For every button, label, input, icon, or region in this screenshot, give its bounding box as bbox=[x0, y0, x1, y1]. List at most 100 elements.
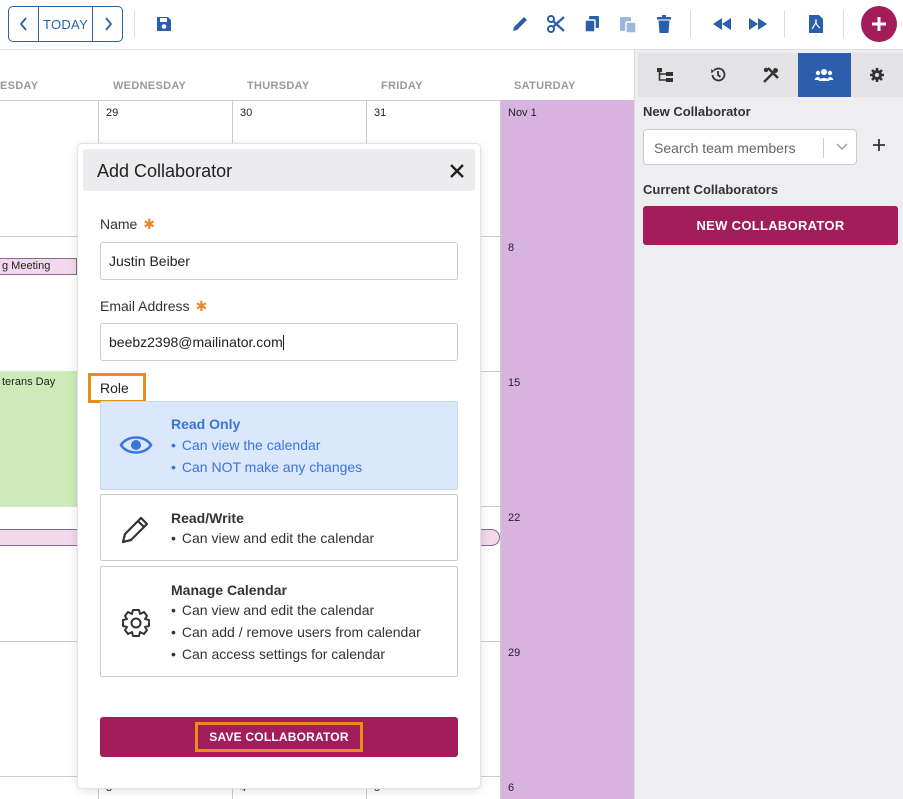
new-collaborator-heading: New Collaborator bbox=[643, 104, 751, 119]
add-collaborator-modal: Add Collaborator Name ✱ Justin Beiber Ema… bbox=[78, 144, 480, 788]
trash-icon bbox=[657, 15, 671, 33]
app-root: TODAY ESDAY WEDNESDAY THURSDAY FRIDAY SA… bbox=[0, 0, 903, 799]
saturday-column bbox=[500, 100, 634, 799]
fast-forward-icon bbox=[749, 18, 767, 30]
role-bullet: Can NOT make any changes bbox=[171, 458, 362, 480]
role-bullets: Can view the calendar Can NOT make any c… bbox=[171, 436, 362, 480]
role-bullet: Can access settings for calendar bbox=[171, 645, 421, 667]
date-number[interactable]: 8 bbox=[508, 242, 514, 254]
new-collaborator-button[interactable]: NEW COLLABORATOR bbox=[643, 206, 898, 245]
paste-icon bbox=[620, 17, 637, 34]
date-number[interactable]: 31 bbox=[374, 107, 386, 119]
chevron-left-icon bbox=[19, 17, 27, 31]
role-bullet: Can add / remove users from calendar bbox=[171, 623, 421, 645]
date-number[interactable]: 22 bbox=[508, 512, 520, 524]
delete-button[interactable] bbox=[653, 13, 675, 35]
modal-header: Add Collaborator bbox=[83, 149, 475, 191]
role-bullets: Can view and edit the calendar bbox=[171, 529, 374, 551]
save-collaborator-label: SAVE COLLABORATOR bbox=[195, 722, 363, 752]
tab-hierarchy[interactable] bbox=[638, 53, 692, 97]
toolbar-divider bbox=[134, 10, 135, 38]
add-member-plus-icon[interactable] bbox=[871, 137, 887, 153]
save-icon bbox=[157, 17, 171, 31]
date-nav-group: TODAY bbox=[8, 6, 123, 42]
paste-button[interactable] bbox=[617, 13, 639, 35]
date-number[interactable]: 6 bbox=[508, 782, 514, 794]
date-number[interactable]: 29 bbox=[106, 107, 118, 119]
event-veterans-day[interactable]: terans Day bbox=[0, 371, 78, 507]
gear-icon bbox=[870, 68, 885, 82]
rewind-icon bbox=[713, 18, 731, 30]
today-button[interactable]: TODAY bbox=[38, 7, 93, 41]
pdf-icon bbox=[809, 15, 823, 33]
plus-icon bbox=[872, 17, 886, 31]
toolbar-divider bbox=[843, 10, 844, 38]
tab-settings[interactable] bbox=[850, 53, 903, 97]
modal-title: Add Collaborator bbox=[97, 161, 233, 181]
hierarchy-icon bbox=[656, 68, 673, 82]
rewind-button[interactable] bbox=[711, 13, 733, 35]
current-collaborators-heading: Current Collaborators bbox=[643, 182, 779, 197]
date-number[interactable]: 30 bbox=[240, 107, 252, 119]
fast-forward-button[interactable] bbox=[747, 13, 769, 35]
save-button[interactable] bbox=[153, 13, 175, 35]
role-label: Role bbox=[88, 373, 146, 403]
tab-users[interactable] bbox=[797, 53, 851, 97]
role-bullets: Can view and edit the calendar Can add /… bbox=[171, 601, 421, 667]
email-value: beebz2398@mailinator.com bbox=[109, 334, 283, 350]
event-meeting[interactable]: g Meeting bbox=[0, 258, 77, 275]
panel-tabs bbox=[638, 53, 903, 97]
role-read-only-option[interactable]: Read Only Can view the calendar Can NOT … bbox=[100, 401, 458, 490]
pencil-icon bbox=[121, 516, 149, 544]
toolbar: TODAY bbox=[0, 0, 903, 50]
tools-icon bbox=[763, 67, 779, 83]
gear-icon bbox=[122, 609, 150, 637]
role-bullet: Can view the calendar bbox=[171, 436, 362, 458]
copy-icon bbox=[584, 16, 599, 33]
name-field[interactable]: Justin Beiber bbox=[100, 242, 458, 280]
tab-history[interactable] bbox=[691, 53, 745, 97]
collaborators-panel: New Collaborator Search team members Cur… bbox=[634, 50, 903, 799]
day-header-tuesday: ESDAY bbox=[0, 80, 39, 92]
required-mark: ✱ bbox=[143, 216, 156, 232]
users-icon bbox=[814, 69, 834, 81]
grid-line bbox=[500, 100, 501, 799]
pencil-icon bbox=[513, 17, 527, 31]
role-title: Manage Calendar bbox=[171, 582, 287, 598]
close-icon[interactable] bbox=[449, 163, 465, 179]
role-title: Read Only bbox=[171, 416, 241, 432]
day-header-wednesday: WEDNESDAY bbox=[113, 80, 187, 92]
date-number[interactable]: 15 bbox=[508, 377, 520, 389]
chevron-right-icon bbox=[104, 17, 112, 31]
cut-button[interactable] bbox=[545, 13, 567, 35]
copy-button[interactable] bbox=[581, 13, 603, 35]
eye-icon bbox=[119, 436, 153, 454]
name-label: Name ✱ bbox=[100, 216, 155, 233]
prev-button[interactable] bbox=[9, 7, 38, 41]
name-label-text: Name bbox=[100, 216, 138, 232]
toolbar-divider bbox=[690, 10, 691, 38]
tab-tools[interactable] bbox=[744, 53, 798, 97]
scissors-icon bbox=[547, 15, 565, 33]
export-pdf-button[interactable] bbox=[805, 13, 827, 35]
search-placeholder: Search team members bbox=[654, 140, 796, 156]
edit-button[interactable] bbox=[509, 13, 531, 35]
toolbar-divider bbox=[784, 10, 785, 38]
role-bullet: Can view and edit the calendar bbox=[171, 529, 374, 551]
search-team-members-select[interactable]: Search team members bbox=[643, 129, 857, 165]
role-read-write-option[interactable]: Read/Write Can view and edit the calenda… bbox=[100, 494, 458, 561]
day-header-friday: FRIDAY bbox=[381, 80, 423, 92]
role-manage-calendar-option[interactable]: Manage Calendar Can view and edit the ca… bbox=[100, 566, 458, 677]
email-field[interactable]: beebz2398@mailinator.com bbox=[100, 323, 458, 361]
chevron-down-icon bbox=[836, 143, 848, 151]
day-header-thursday: THURSDAY bbox=[247, 80, 310, 92]
required-mark: ✱ bbox=[195, 298, 208, 314]
save-collaborator-button[interactable]: SAVE COLLABORATOR bbox=[100, 717, 458, 757]
next-button[interactable] bbox=[93, 7, 122, 41]
date-number[interactable]: 29 bbox=[508, 647, 520, 659]
email-label: Email Address ✱ bbox=[100, 298, 207, 315]
history-icon bbox=[710, 67, 726, 82]
add-button[interactable] bbox=[861, 6, 897, 42]
select-divider bbox=[823, 138, 824, 158]
date-number[interactable]: Nov 1 bbox=[508, 107, 537, 119]
